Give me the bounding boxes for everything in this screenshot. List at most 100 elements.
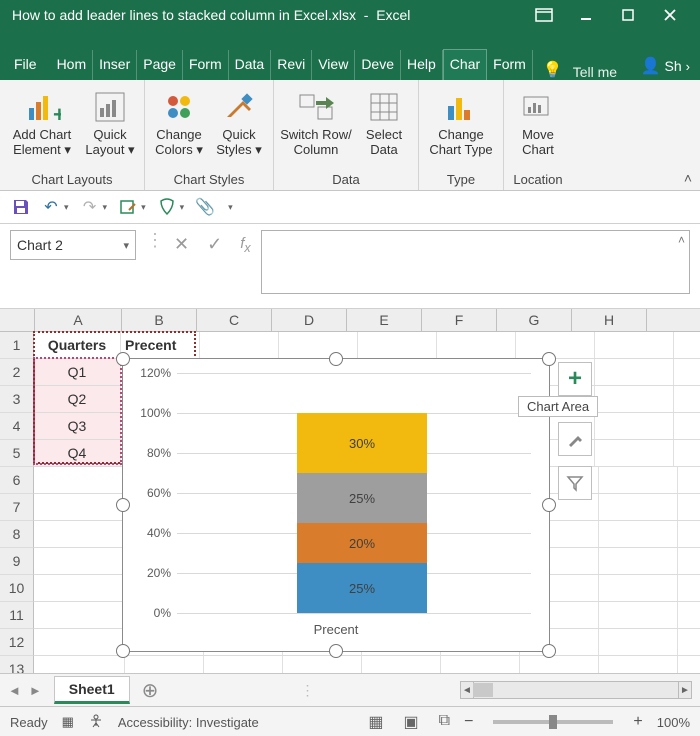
cell-A12[interactable] [34, 629, 125, 655]
qat-btn-4-dropdown-icon[interactable]: ▾ [141, 202, 146, 213]
cell-A4[interactable]: Q3 [34, 413, 121, 439]
chart-filter-button[interactable] [558, 466, 592, 500]
view-page-layout-icon[interactable]: ▣ [404, 712, 419, 732]
col-header-G[interactable]: G [497, 309, 572, 331]
zoom-knob[interactable] [549, 715, 557, 729]
cell-H13[interactable] [599, 656, 678, 673]
name-box-dropdown-icon[interactable]: ▾ [123, 239, 129, 252]
tabs-overflow-icon[interactable]: › [686, 59, 696, 74]
minimize-button[interactable] [572, 5, 600, 25]
stacked-bar[interactable]: 25%20%25%30% [297, 373, 427, 613]
share-button[interactable]: Sh [665, 58, 682, 74]
segment-Q2[interactable]: 20% [297, 523, 427, 563]
cell-F1[interactable] [437, 332, 516, 358]
accessibility-icon[interactable] [88, 713, 104, 732]
cell-H8[interactable] [599, 521, 678, 547]
row-header-5[interactable]: 5 [0, 440, 34, 467]
tab-help[interactable]: Help [401, 50, 443, 80]
cell-A10[interactable] [34, 575, 125, 601]
cell-H10[interactable] [599, 575, 678, 601]
cell-D1[interactable] [279, 332, 358, 358]
cell-A3[interactable]: Q2 [34, 386, 121, 412]
col-header-B[interactable]: B [122, 309, 197, 331]
redo-dropdown-icon[interactable]: ▾ [103, 202, 108, 213]
cell-H2[interactable] [595, 359, 674, 385]
segment-Q3[interactable]: 25% [297, 473, 427, 523]
share-person-icon[interactable]: 👤 [641, 56, 661, 76]
redo-button[interactable]: ↷ [77, 195, 103, 219]
sheet-dots-icon[interactable]: ⋮ [300, 682, 314, 699]
cell-A6[interactable] [34, 467, 125, 493]
formula-expand-icon[interactable]: ˄ [678, 233, 685, 247]
row-header-6[interactable]: 6 [0, 467, 34, 494]
row-header-1[interactable]: 1 [0, 332, 34, 359]
cell-A9[interactable] [34, 548, 125, 574]
cell-A8[interactable] [34, 521, 125, 547]
chart-xaxis-title[interactable]: Precent [129, 622, 543, 637]
cell-H7[interactable] [599, 494, 678, 520]
cell-A2[interactable]: Q1 [34, 359, 121, 385]
tab-view[interactable]: View [312, 50, 355, 80]
cell-A1[interactable]: Quarters [34, 332, 121, 358]
chart-object[interactable]: 0%20%40%60%80%100%120%25%20%25%30% Prece… [122, 358, 550, 652]
zoom-level[interactable]: 100% [657, 715, 690, 730]
row-header-3[interactable]: 3 [0, 386, 34, 413]
cell-E13[interactable] [362, 656, 441, 673]
handle-e[interactable] [542, 498, 556, 512]
row-header-13[interactable]: 13 [0, 656, 34, 673]
cell-H12[interactable] [599, 629, 678, 655]
formula-bar[interactable]: ˄ [261, 230, 690, 294]
chart-styles-button[interactable] [558, 422, 592, 456]
col-header-D[interactable]: D [272, 309, 347, 331]
tab-page[interactable]: Page [137, 50, 183, 80]
chart-elements-button[interactable]: + [558, 362, 592, 396]
new-sheet-button[interactable]: ⊕ [142, 678, 159, 703]
select-all-corner[interactable] [0, 309, 35, 331]
sheet-nav-next-icon[interactable]: ► [29, 683, 42, 698]
switch-row-column-button[interactable]: Switch Row/ Column [280, 84, 352, 158]
cell-H1[interactable] [595, 332, 674, 358]
cell-H5[interactable] [595, 440, 674, 466]
fx-dots-icon[interactable]: ⋮ [146, 230, 164, 251]
formula-accept-icon[interactable]: ✓ [207, 234, 222, 255]
cell-H4[interactable] [595, 413, 674, 439]
tab-chart-design[interactable]: Char [443, 49, 487, 80]
col-header-F[interactable]: F [422, 309, 497, 331]
qat-btn-4[interactable] [115, 195, 141, 219]
cell-G13[interactable] [520, 656, 599, 673]
status-macro-icon[interactable]: ▦ [62, 714, 74, 730]
cell-E1[interactable] [358, 332, 437, 358]
maximize-button[interactable] [614, 5, 642, 25]
tab-data[interactable]: Data [229, 50, 272, 80]
cell-B1[interactable]: Precent [121, 332, 200, 358]
qat-btn-5-dropdown-icon[interactable]: ▾ [180, 202, 185, 213]
zoom-in-button[interactable]: + [633, 713, 642, 731]
row-header-7[interactable]: 7 [0, 494, 34, 521]
spreadsheet-grid[interactable]: A B C D E F G H 12345678910111213 Quarte… [0, 309, 700, 673]
tab-chart-format[interactable]: Form [487, 50, 533, 80]
plot-area[interactable]: 0%20%40%60%80%100%120%25%20%25%30% [177, 373, 531, 613]
row-header-8[interactable]: 8 [0, 521, 34, 548]
handle-se[interactable] [542, 644, 556, 658]
cell-C13[interactable] [204, 656, 283, 673]
cell-F13[interactable] [441, 656, 520, 673]
qat-attach-button[interactable]: 📎 [192, 195, 218, 219]
handle-s[interactable] [329, 644, 343, 658]
cell-D13[interactable] [283, 656, 362, 673]
view-page-break-icon[interactable]: ⧉ [439, 712, 450, 732]
formula-cancel-icon[interactable]: ✕ [174, 234, 189, 255]
cell-H9[interactable] [599, 548, 678, 574]
quick-styles-button[interactable]: Quick Styles ▾ [211, 84, 267, 158]
row-header-9[interactable]: 9 [0, 548, 34, 575]
tab-insert[interactable]: Inser [93, 50, 137, 80]
cell-H6[interactable] [599, 467, 678, 493]
horizontal-scrollbar[interactable]: ◄ ► [460, 681, 692, 699]
col-header-A[interactable]: A [35, 309, 122, 331]
cell-A13[interactable] [34, 656, 125, 673]
qat-customize-icon[interactable]: ▾ [228, 202, 233, 213]
cell-A11[interactable] [34, 602, 125, 628]
view-normal-icon[interactable]: ▦ [368, 712, 383, 732]
name-box[interactable]: Chart 2 ▾ [10, 230, 136, 260]
row-header-10[interactable]: 10 [0, 575, 34, 602]
row-header-11[interactable]: 11 [0, 602, 34, 629]
